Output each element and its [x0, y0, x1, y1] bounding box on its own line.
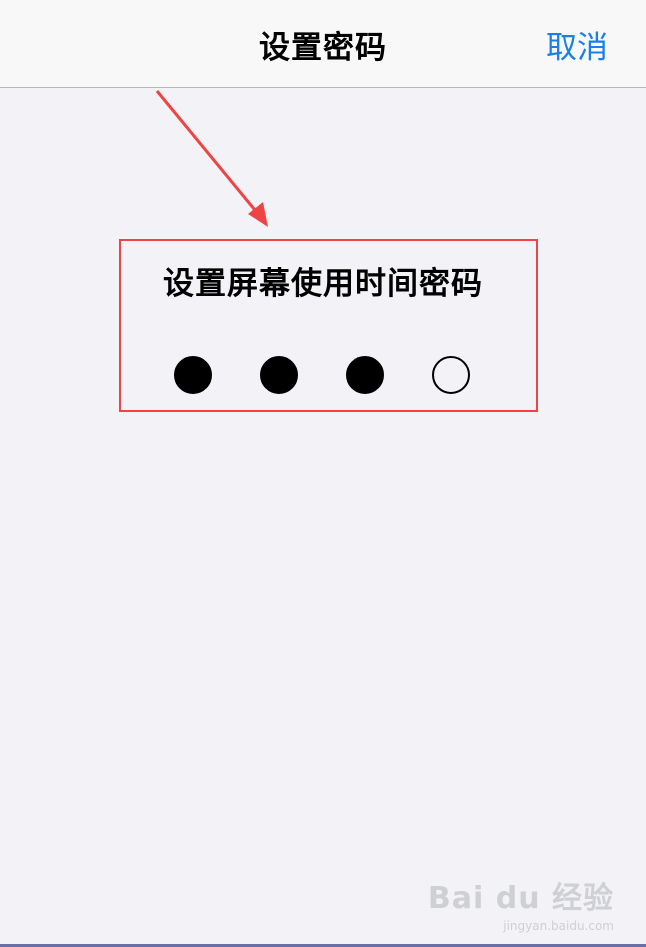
annotation-arrow	[155, 90, 268, 227]
passcode-dot-2	[260, 356, 298, 394]
passcode-prompt: 设置屏幕使用时间密码	[163, 266, 483, 302]
passcode-dots[interactable]	[0, 356, 646, 396]
screen: 设置密码 取消 设置屏幕使用时间密码 Bai du 经验 jingyan.bai…	[0, 0, 646, 947]
passcode-dot-3	[346, 356, 384, 394]
passcode-dot-1	[174, 356, 212, 394]
watermark-logo-text: Bai du 经验	[427, 881, 614, 916]
watermark: Bai du 经验 jingyan.baidu.com	[428, 873, 614, 933]
passcode-dot-4	[432, 356, 470, 394]
arrow-shaft	[155, 90, 261, 216]
watermark-url: jingyan.baidu.com	[503, 919, 614, 933]
